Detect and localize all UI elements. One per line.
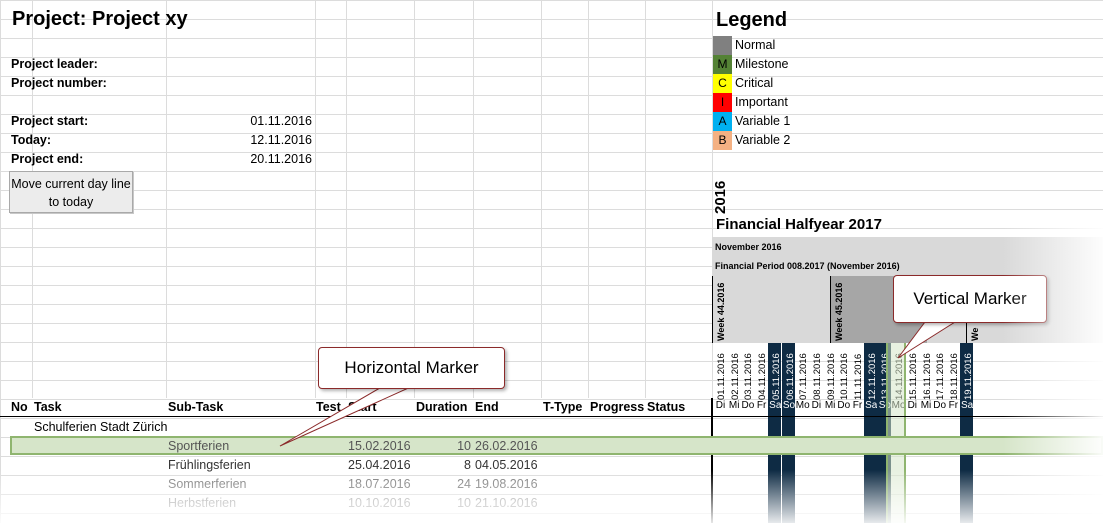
vertical-callout-pointer <box>897 321 957 359</box>
horizontal-callout-pointer <box>279 384 416 447</box>
horizontal-marker-callout: Horizontal Marker <box>318 347 505 389</box>
vertical-marker-callout: Vertical Marker <box>893 275 1047 323</box>
callout-pointers <box>279 321 957 447</box>
